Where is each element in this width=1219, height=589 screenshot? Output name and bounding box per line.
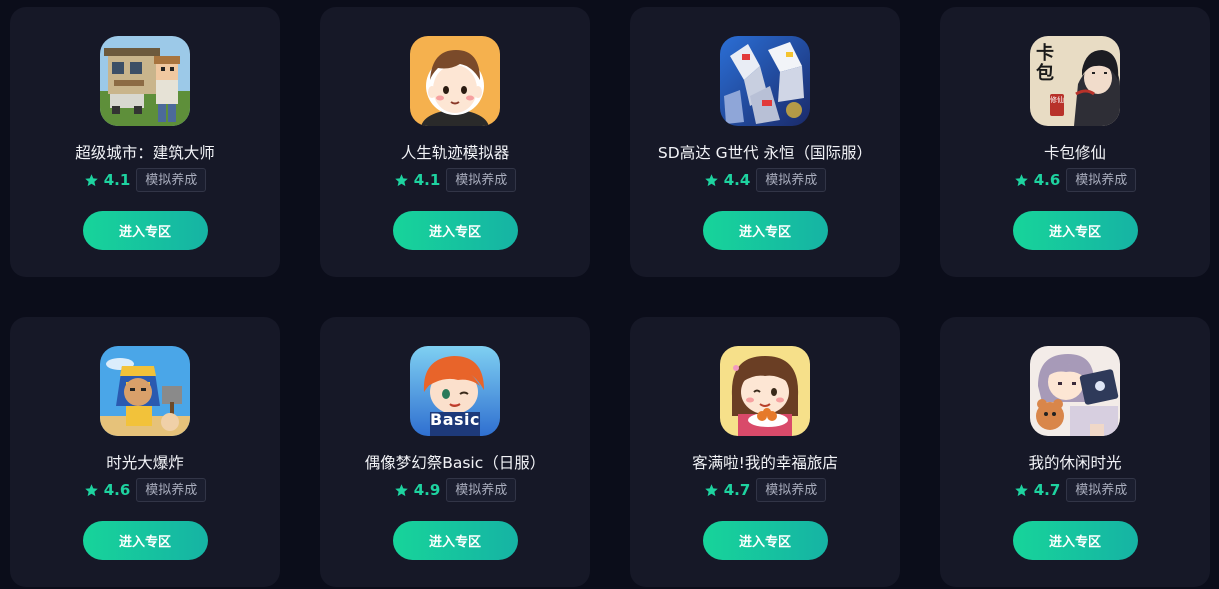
category-tag[interactable]: 模拟养成: [1066, 478, 1137, 502]
calligraphy-title: 卡包: [1036, 43, 1054, 84]
rating-value: 4.9: [413, 481, 441, 499]
game-name: 客满啦!我的幸福旅店: [692, 454, 838, 472]
rating: 4.1: [84, 171, 131, 189]
rating: 4.7: [1014, 481, 1061, 499]
category-tag[interactable]: 模拟养成: [136, 168, 207, 192]
cartoon-boy-face-icon[interactable]: [410, 36, 500, 126]
game-card[interactable]: 客满啦!我的幸福旅店 4.7 模拟养成 进入专区: [630, 317, 900, 587]
rating: 4.6: [1014, 171, 1061, 189]
game-card[interactable]: SD高达 G世代 永恒（国际服） 4.4 模拟养成 进入专区: [630, 7, 900, 277]
game-meta: 4.1 模拟养成: [394, 167, 517, 193]
game-meta: 4.9 模拟养成: [394, 477, 517, 503]
game-name: SD高达 G世代 永恒（国际服）: [657, 144, 873, 162]
rating: 4.1: [394, 171, 441, 189]
game-card[interactable]: 卡包 修仙 卡包修仙 4.6 模拟养成 进入专区: [940, 7, 1210, 277]
game-card[interactable]: 超级城市：建筑大师 4.1 模拟养成 进入专区: [10, 7, 280, 277]
enter-zone-button[interactable]: 进入专区: [82, 211, 208, 250]
category-tag[interactable]: 模拟养成: [446, 478, 517, 502]
girl-with-laptop-icon[interactable]: [1030, 346, 1120, 436]
game-name: 时光大爆炸: [106, 454, 184, 472]
enter-zone-button[interactable]: 进入专区: [1012, 211, 1138, 250]
game-meta: 4.1 模拟养成: [84, 167, 207, 193]
game-name: 我的休闲时光: [1028, 454, 1122, 472]
game-meta: 4.7 模拟养成: [1014, 477, 1137, 503]
rating: 4.4: [704, 171, 751, 189]
rating-value: 4.7: [723, 481, 751, 499]
star-icon: [704, 483, 718, 496]
category-tag[interactable]: 模拟养成: [446, 168, 517, 192]
game-logo-text: Basic: [430, 410, 480, 429]
enter-zone-button[interactable]: 进入专区: [392, 521, 518, 560]
game-card[interactable]: 时光大爆炸 4.6 模拟养成 进入专区: [10, 317, 280, 587]
enter-zone-button[interactable]: 进入专区: [392, 211, 518, 250]
star-icon: [84, 173, 98, 186]
star-icon: [704, 173, 718, 186]
rating-value: 4.4: [723, 171, 751, 189]
enter-zone-button[interactable]: 进入专区: [1012, 521, 1138, 560]
game-name: 卡包修仙: [1043, 144, 1106, 162]
category-tag[interactable]: 模拟养成: [1066, 168, 1137, 192]
enter-zone-button[interactable]: 进入专区: [82, 521, 208, 560]
rating-value: 4.6: [103, 481, 131, 499]
rating: 4.9: [394, 481, 441, 499]
ink-cultivator-icon[interactable]: 卡包 修仙: [1030, 36, 1120, 126]
rating-value: 4.7: [1033, 481, 1061, 499]
category-tag[interactable]: 模拟养成: [136, 478, 207, 502]
game-meta: 4.7 模拟养成: [704, 477, 827, 503]
rating-value: 4.1: [103, 171, 131, 189]
star-icon: [1014, 483, 1028, 496]
game-card[interactable]: 我的休闲时光 4.7 模拟养成 进入专区: [940, 317, 1210, 587]
game-grid: 超级城市：建筑大师 4.1 模拟养成 进入专区 人生轨迹模拟器 4.1 模拟养成…: [0, 0, 1219, 589]
category-tag[interactable]: 模拟养成: [756, 168, 827, 192]
game-name: 偶像梦幻祭Basic（日服）: [364, 454, 546, 472]
rating-value: 4.1: [413, 171, 441, 189]
game-card[interactable]: Basic 偶像梦幻祭Basic（日服） 4.9 模拟养成 进入专区: [320, 317, 590, 587]
rating-value: 4.6: [1033, 171, 1061, 189]
star-icon: [394, 483, 408, 496]
enter-zone-button[interactable]: 进入专区: [702, 211, 828, 250]
game-name: 超级城市：建筑大师: [75, 144, 215, 162]
rating: 4.7: [704, 481, 751, 499]
enter-zone-button[interactable]: 进入专区: [702, 521, 828, 560]
seal-text: 修仙: [1050, 96, 1064, 104]
game-meta: 4.4 模拟养成: [704, 167, 827, 193]
minecraft-style-house-icon[interactable]: [100, 36, 190, 126]
category-tag[interactable]: 模拟养成: [756, 478, 827, 502]
rating: 4.6: [84, 481, 131, 499]
game-card[interactable]: 人生轨迹模拟器 4.1 模拟养成 进入专区: [320, 7, 590, 277]
pharaoh-character-icon[interactable]: [100, 346, 190, 436]
star-icon: [84, 483, 98, 496]
star-icon: [394, 173, 408, 186]
gundam-robots-icon[interactable]: [720, 36, 810, 126]
chibi-girl-food-icon[interactable]: [720, 346, 810, 436]
game-name: 人生轨迹模拟器: [400, 144, 510, 162]
game-meta: 4.6 模拟养成: [1014, 167, 1137, 193]
game-meta: 4.6 模拟养成: [84, 477, 207, 503]
anime-idol-boy-icon[interactable]: Basic: [410, 346, 500, 436]
star-icon: [1014, 173, 1028, 186]
